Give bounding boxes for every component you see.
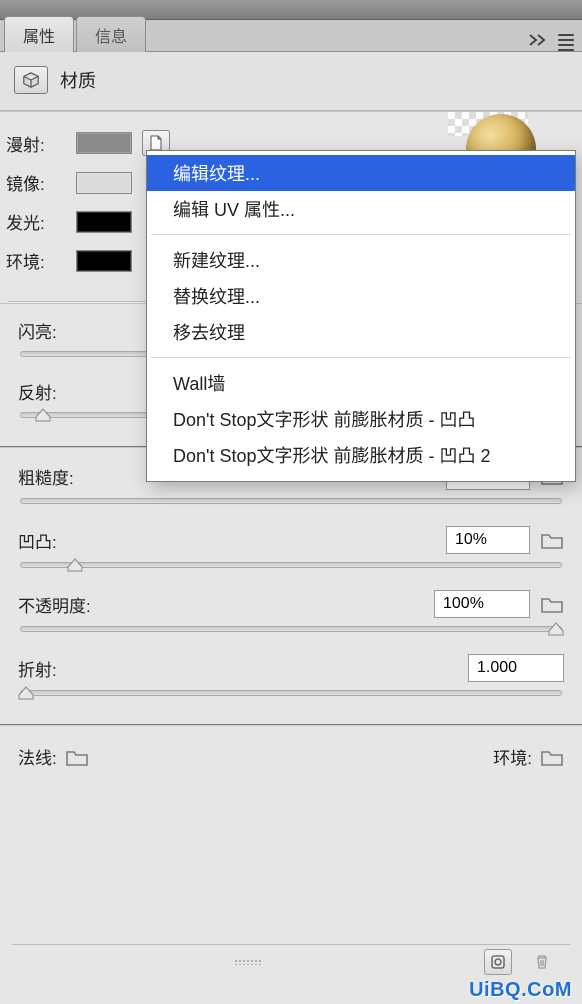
label-environment: 环境: [6, 248, 66, 273]
folder-opacity-icon[interactable] [540, 594, 564, 614]
menu-replace-texture[interactable]: 替换纹理... [147, 278, 575, 314]
slider-refraction[interactable] [20, 690, 562, 696]
label-opacity: 不透明度: [18, 592, 91, 617]
slider-opacity[interactable] [20, 626, 562, 632]
label-normal: 法线: [18, 744, 57, 769]
menu-edit-uv[interactable]: 编辑 UV 属性... [147, 191, 575, 227]
menu-remove-texture[interactable]: 移去纹理 [147, 314, 575, 350]
panel-footer [12, 944, 570, 978]
watermark: UiBQ.CoM [469, 979, 572, 1002]
swatch-specular[interactable] [76, 172, 132, 194]
label-bump: 凹凸: [18, 528, 57, 553]
panel-header: 材质 [0, 52, 582, 111]
menu-new-texture[interactable]: 新建纹理... [147, 242, 575, 278]
input-refraction[interactable] [468, 654, 564, 682]
label-reflect: 反射: [18, 379, 57, 404]
label-shine: 闪亮: [18, 318, 57, 343]
slider-section-2: 粗糙度: 凹凸: 不透明度: [0, 446, 582, 724]
folder-env-icon[interactable] [540, 747, 564, 767]
panel-tabs: 属性 信息 [0, 20, 582, 52]
panel-title: 材质 [60, 67, 96, 93]
delete-button[interactable] [528, 949, 556, 975]
menu-texture-item-1[interactable]: Don't Stop文字形状 前膨胀材质 - 凹凸 [147, 401, 575, 437]
tab-info[interactable]: 信息 [76, 16, 146, 52]
label-diffuse: 漫射: [6, 131, 66, 156]
swatch-environment[interactable] [76, 250, 132, 272]
slider-roughness[interactable] [20, 498, 562, 504]
render-settings-button[interactable] [484, 949, 512, 975]
folder-normal-icon[interactable] [65, 747, 89, 767]
menu-texture-wall[interactable]: Wall墙 [147, 365, 575, 401]
label-glow: 发光: [6, 209, 66, 234]
maps-row: 法线: 环境: [0, 724, 582, 791]
label-specular: 镜像: [6, 170, 66, 195]
collapse-icon[interactable] [528, 33, 548, 51]
material-icon [14, 66, 48, 94]
label-refraction: 折射: [18, 656, 57, 681]
input-opacity[interactable] [434, 590, 530, 618]
tab-properties[interactable]: 属性 [4, 16, 74, 52]
menu-edit-texture[interactable]: 编辑纹理... [147, 155, 575, 191]
swatch-diffuse[interactable] [76, 132, 132, 154]
swatch-glow[interactable] [76, 211, 132, 233]
label-env-map: 环境: [493, 744, 532, 769]
slider-bump[interactable] [20, 562, 562, 568]
panel-menu-icon[interactable] [558, 34, 574, 51]
label-roughness: 粗糙度: [18, 464, 74, 489]
folder-bump-icon[interactable] [540, 530, 564, 550]
menu-texture-item-2[interactable]: Don't Stop文字形状 前膨胀材质 - 凹凸 2 [147, 437, 575, 473]
input-bump[interactable] [446, 526, 530, 554]
texture-context-menu: 编辑纹理... 编辑 UV 属性... 新建纹理... 替换纹理... 移去纹理… [146, 150, 576, 482]
